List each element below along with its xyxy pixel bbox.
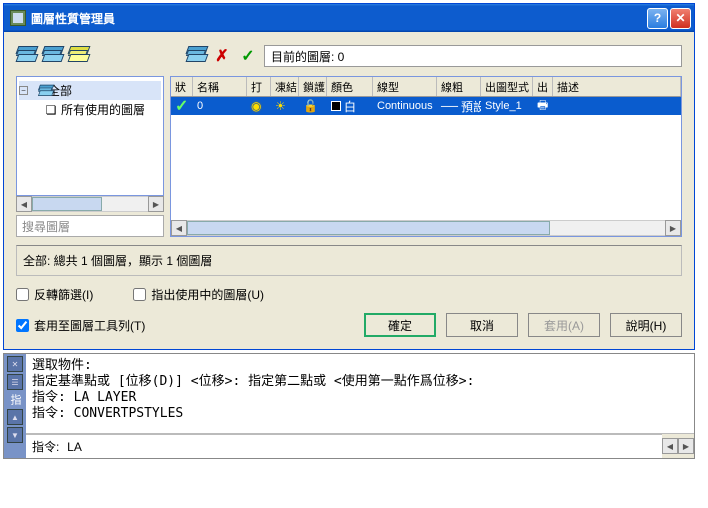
col-on[interactable]: 打 xyxy=(247,77,271,96)
help-icon[interactable]: ? xyxy=(647,8,668,29)
layers-stack-icon xyxy=(30,83,46,98)
toolbar: ✗ ✓ 目前的圖層: 0 xyxy=(16,42,682,70)
printer-icon: 🖶 xyxy=(537,96,548,117)
cell-lock[interactable]: 🔓 xyxy=(299,98,327,114)
new-layer-icon[interactable] xyxy=(16,46,36,66)
palette-menu-icon[interactable]: ☰ xyxy=(7,374,23,390)
scroll-left-icon[interactable]: ◀ xyxy=(16,196,32,212)
summary-panel: 全部: 總共 1 個圖層，顯示 1 個圖層 xyxy=(16,245,682,276)
new-group-icon[interactable] xyxy=(68,46,88,66)
tree-node-label: 所有使用的圖層 xyxy=(61,101,145,118)
col-plotstyle[interactable]: 出圖型式 xyxy=(481,77,533,96)
cell-plot[interactable]: 🖶 xyxy=(533,95,553,118)
grid-hscrollbar[interactable]: ◀ ▶ xyxy=(171,220,681,236)
grid-body[interactable]: ✓ 0 ◉ ☀ 🔓 白 Continuous ── 預設 Style_1 🖶 xyxy=(171,97,681,220)
cell-color[interactable]: 白 xyxy=(327,97,373,116)
col-desc[interactable]: 描述 xyxy=(553,77,681,96)
delete-icon[interactable]: ✗ xyxy=(212,46,232,66)
lock-icon: 🔓 xyxy=(303,99,318,113)
palette-label: 指 xyxy=(7,394,23,405)
filter-tree[interactable]: − 全部 ❏ 所有使用的圖層 xyxy=(16,76,164,196)
cancel-button[interactable]: 取消 xyxy=(446,313,518,337)
console-history[interactable]: 選取物件: 指定基準點或 [位移(D)] <位移>: 指定第二點或 <使用第一點… xyxy=(26,354,694,434)
filter-tree-panel: − 全部 ❏ 所有使用的圖層 ◀ ▶ 搜尋圖層 xyxy=(16,76,164,237)
palette-down-icon[interactable]: ▼ xyxy=(7,427,23,443)
current-layer-label: 目前的圖層: 0 xyxy=(271,48,344,65)
apply-toolbar-checkbox[interactable]: 套用至圖層工具列(T) xyxy=(16,317,145,334)
summary-text: 全部: 總共 1 個圖層，顯示 1 個圖層 xyxy=(23,254,212,268)
help-button[interactable]: 說明(H) xyxy=(610,313,682,337)
prompt-label: 指令: xyxy=(32,440,59,454)
set-current-icon[interactable]: ✓ xyxy=(238,46,258,66)
checkbox-input[interactable] xyxy=(16,319,29,332)
checkbox-label: 反轉篩選(I) xyxy=(34,286,93,303)
checkbox-label: 指出使用中的圖層(U) xyxy=(151,286,264,303)
prompt-value: LA xyxy=(67,440,82,454)
col-status[interactable]: 狀 xyxy=(171,77,193,96)
layer-filter-icon: ❏ xyxy=(43,103,59,117)
tree-node-all[interactable]: − 全部 xyxy=(19,81,161,100)
layer-grid: 狀 名稱 打 凍結 鎖護 顏色 線型 線粗 出圖型式 出 描述 ✓ 0 xyxy=(170,76,682,237)
command-console: ✕ ☰ 指 ▲ ▼ 選取物件: 指定基準點或 [位移(D)] <位移>: 指定第… xyxy=(3,353,695,459)
scroll-right-icon[interactable]: ▶ xyxy=(665,220,681,236)
col-linetype[interactable]: 線型 xyxy=(373,77,437,96)
col-plot[interactable]: 出 xyxy=(533,77,553,96)
cell-desc[interactable] xyxy=(553,105,681,107)
tree-collapse-icon[interactable]: − xyxy=(19,86,28,95)
palette-close-icon[interactable]: ✕ xyxy=(7,356,23,372)
col-color[interactable]: 顏色 xyxy=(327,77,373,96)
inuse-checkbox[interactable]: 指出使用中的圖層(U) xyxy=(133,286,264,303)
scroll-right-icon[interactable]: ▶ xyxy=(148,196,164,212)
window-title: 圖層性質管理員 xyxy=(31,10,647,27)
new-layer-sun-icon[interactable] xyxy=(186,46,206,66)
search-input[interactable]: 搜尋圖層 xyxy=(16,215,164,237)
col-name[interactable]: 名稱 xyxy=(193,77,247,96)
cell-plotstyle[interactable]: Style_1 xyxy=(481,99,533,113)
cell-on[interactable]: ◉ xyxy=(247,98,271,114)
invert-filter-checkbox[interactable]: 反轉篩選(I) xyxy=(16,286,93,303)
scroll-right-icon[interactable]: ▶ xyxy=(678,438,694,454)
checkbox-label: 套用至圖層工具列(T) xyxy=(34,317,145,334)
scroll-left-icon[interactable]: ◀ xyxy=(662,438,678,454)
color-swatch-icon xyxy=(331,101,341,111)
checkbox-input[interactable] xyxy=(16,288,29,301)
lineweight-icon: ── xyxy=(441,99,458,113)
titlebar[interactable]: 圖層性質管理員 ? ✕ xyxy=(4,4,694,32)
layer-manager-window: 圖層性質管理員 ? ✕ ✗ ✓ 目前的圖層: 0 − xyxy=(3,3,695,350)
col-lock[interactable]: 鎖護 xyxy=(299,77,327,96)
checkbox-input[interactable] xyxy=(133,288,146,301)
search-placeholder: 搜尋圖層 xyxy=(22,218,70,235)
sun-icon: ☀ xyxy=(275,99,286,113)
col-lineweight[interactable]: 線粗 xyxy=(437,77,481,96)
apply-button[interactable]: 套用(A) xyxy=(528,313,600,337)
scroll-left-icon[interactable]: ◀ xyxy=(171,220,187,236)
grid-header[interactable]: 狀 名稱 打 凍結 鎖護 顏色 線型 線粗 出圖型式 出 描述 xyxy=(171,77,681,97)
tree-hscrollbar[interactable]: ◀ ▶ xyxy=(16,196,164,212)
palette-up-icon[interactable]: ▲ xyxy=(7,409,23,425)
tree-node-inuse[interactable]: ❏ 所有使用的圖層 xyxy=(43,100,161,119)
layer-states-icon[interactable] xyxy=(42,46,62,66)
bulb-icon: ◉ xyxy=(251,99,261,113)
cell-lineweight[interactable]: ── 預設 xyxy=(437,97,481,116)
cell-name[interactable]: 0 xyxy=(193,99,247,113)
command-input[interactable]: 指令: LA xyxy=(26,434,662,458)
current-layer-display: 目前的圖層: 0 xyxy=(264,45,682,67)
cell-linetype[interactable]: Continuous xyxy=(373,99,437,113)
app-icon xyxy=(10,10,26,26)
table-row[interactable]: ✓ 0 ◉ ☀ 🔓 白 Continuous ── 預設 Style_1 🖶 xyxy=(171,97,681,115)
col-freeze[interactable]: 凍結 xyxy=(271,77,299,96)
cell-status[interactable]: ✓ xyxy=(171,95,193,117)
close-icon[interactable]: ✕ xyxy=(670,8,691,29)
console-palette[interactable]: ✕ ☰ 指 ▲ ▼ xyxy=(4,354,26,458)
cell-freeze[interactable]: ☀ xyxy=(271,98,299,114)
ok-button[interactable]: 確定 xyxy=(364,313,436,337)
